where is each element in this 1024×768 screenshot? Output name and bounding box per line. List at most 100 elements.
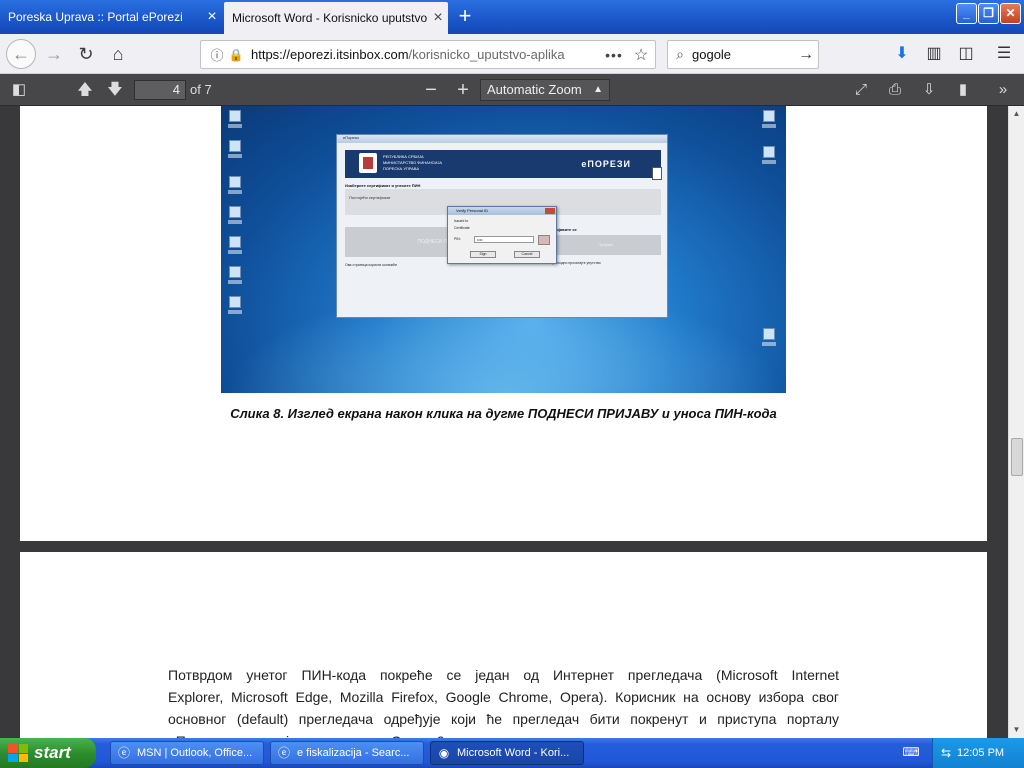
search-icon: ⌕ (676, 46, 684, 62)
reload-button[interactable]: ↻ (72, 40, 100, 68)
nav-bar: ← → ↻ ⌂ ⓘ 🔒 https://eporezi.itsinbox.com… (0, 34, 1024, 74)
lock-icon[interactable]: 🔒 (227, 48, 245, 62)
desktop-icon (761, 146, 777, 166)
pin-dialog: Verify Personal ID Issued to Certificate… (447, 206, 557, 264)
pin-label: PIN: (454, 237, 461, 241)
tab-label: Microsoft Word - Korisnicko uputstvo - (232, 11, 428, 25)
presentation-mode-icon[interactable]: ⤢ (848, 78, 874, 102)
app-instruction: Изаберите сертификат и унесите ПИН (345, 183, 421, 188)
sidebar-icon[interactable]: ◫ (954, 42, 978, 66)
url-bar[interactable]: ⓘ 🔒 https://eporezi.itsinbox.com/korisni… (200, 40, 656, 69)
scroll-down-icon[interactable]: ▼ (1009, 722, 1024, 738)
new-tab-button[interactable]: + (452, 4, 478, 30)
print-icon[interactable]: ⎙ (882, 78, 908, 102)
pin-dialog-line: Certificate (454, 226, 470, 230)
app-box-text: Постојећи сертификат (349, 195, 391, 200)
paragraph-line: Потврдом унетог ПИН-кода покреће се једа… (168, 667, 839, 683)
page-actions-icon[interactable]: ••• (601, 47, 627, 63)
pin-dialog-title: Verify Personal ID (448, 207, 556, 215)
close-icon[interactable]: × (202, 9, 222, 25)
next-page-icon[interactable]: 🡇 (102, 78, 128, 102)
taskbar-item-search[interactable]: ⓔ e fiskalizacija - Searc... (270, 741, 424, 765)
app-login-button: Пријава (550, 235, 661, 255)
search-value[interactable]: gogole (692, 47, 794, 62)
pin-input: •••• (474, 236, 534, 243)
tab-microsoft-word[interactable]: Microsoft Word - Korisnicko uputstvo - × (224, 2, 448, 34)
forward-button[interactable]: → (40, 40, 68, 68)
close-window-button[interactable]: ✕ (1000, 3, 1021, 24)
tab-bar: Poreska Uprava :: Portal ePorezi × Micro… (0, 0, 1024, 34)
taskbar: start ⓔ MSN | Outlook, Office... ⓔ e fis… (0, 738, 1024, 768)
scroll-up-icon[interactable]: ▲ (1009, 106, 1024, 122)
desktop-icon (227, 236, 243, 256)
zoom-out-icon[interactable]: − (418, 78, 444, 102)
serbia-crest-icon (359, 153, 377, 173)
info-icon[interactable]: ⓘ (207, 45, 227, 64)
app-footer2: Претходно прочитајте упутство (550, 261, 601, 265)
app-header-name: РЕПУБЛИКА СРБИЈА МИНИСТАРСТВО ФИНАНСИЈА … (383, 154, 443, 171)
desktop-icon (227, 266, 243, 286)
close-icon[interactable]: × (428, 10, 448, 26)
zoom-select[interactable]: Automatic Zoom ▲ (480, 79, 610, 101)
pin-dialog-line: Issued to (454, 219, 469, 223)
keyboard-icon[interactable]: ⌨ (902, 745, 920, 761)
system-tray: ⇆ 12:05 PM (932, 738, 1024, 768)
figure-caption: Слика 8. Изглед екрана након клика на ду… (230, 406, 777, 421)
zoom-value: Automatic Zoom (487, 82, 582, 97)
clock[interactable]: 12:05 PM (957, 747, 1004, 759)
home-button[interactable]: ⌂ (104, 40, 132, 68)
key-icon (538, 235, 550, 245)
pdf-page: еПорези РЕПУБЛИКА СРБИЈА МИНИСТАРСТВО ФИ… (20, 106, 987, 541)
pdf-page: Потврдом унетог ПИН-кода покреће се једа… (20, 552, 987, 738)
library-icon[interactable]: ▥ (922, 42, 946, 66)
app-brand: еПОРЕЗИ (581, 159, 631, 169)
bookmark-star-icon[interactable]: ☆ (627, 45, 655, 65)
minimize-button[interactable]: _ (956, 3, 977, 24)
pin-cancel-button: Cancel (514, 251, 540, 258)
back-button[interactable]: ← (6, 39, 36, 69)
desktop-icon (227, 296, 243, 316)
hamburger-menu-icon[interactable]: ☰ (992, 42, 1016, 66)
firefox-icon: ◉ (438, 746, 450, 760)
windows-logo-icon (8, 744, 28, 762)
desktop-icon (227, 176, 243, 196)
start-label: start (34, 743, 71, 762)
previous-page-icon[interactable]: 🡅 (72, 78, 98, 102)
download-icon[interactable]: ⬇ (890, 42, 914, 66)
zoom-in-icon[interactable]: + (450, 78, 476, 102)
app-header: РЕПУБЛИКА СРБИЈА МИНИСТАРСТВО ФИНАНСИЈА … (345, 150, 661, 178)
url-text[interactable]: https://eporezi.itsinbox.com/korisnicko_… (245, 47, 601, 62)
network-icon[interactable]: ⇆ (941, 746, 957, 760)
paragraph-line: еПорези, као што је приказано на Слици 9… (168, 730, 839, 738)
tab-label: Poreska Uprava :: Portal ePorezi (8, 10, 183, 24)
tab-poreska-uprava[interactable]: Poreska Uprava :: Portal ePorezi × (0, 0, 222, 34)
close-icon (545, 208, 555, 214)
start-button[interactable]: start (0, 738, 96, 768)
taskbar-item-msn[interactable]: ⓔ MSN | Outlook, Office... (110, 741, 264, 765)
toggle-sidebar-icon[interactable]: ◧ (6, 78, 32, 102)
save-icon[interactable]: ⇩ (916, 78, 942, 102)
page-number-input[interactable]: 4 (134, 80, 186, 100)
ie-icon: ⓔ (117, 746, 130, 760)
pdf-toolbar: ◧ 🡅 🡇 4 of 7 − + Automatic Zoom ▲ ⤢ ⎙ ⇩ … (0, 74, 1024, 106)
search-input[interactable]: ⌕ gogole → (667, 40, 819, 69)
search-go-icon[interactable]: → (794, 46, 818, 64)
paragraph-line: основног (default) прегледача одређује к… (168, 711, 839, 727)
bookmark-icon[interactable]: ▮ (950, 78, 976, 102)
vertical-scrollbar[interactable]: ▲ ▼ (1008, 106, 1024, 738)
taskbar-item-word[interactable]: ◉ Microsoft Word - Kori... (430, 741, 584, 765)
scroll-thumb[interactable] (1011, 438, 1023, 476)
app-window-title: еПорези (337, 135, 667, 143)
pin-sign-button: Sign (470, 251, 496, 258)
screenshot-image: еПорези РЕПУБЛИКА СРБИЈА МИНИСТАРСТВО ФИ… (221, 106, 786, 393)
body-paragraph: Потврдом унетог ПИН-кода покреће се једа… (168, 664, 839, 738)
tools-icon[interactable]: » (990, 78, 1016, 102)
paragraph-line: Explorer, Microsoft Edge, Mozilla Firefo… (168, 689, 839, 705)
desktop-icon (227, 140, 243, 160)
pdf-viewer[interactable]: еПорези РЕПУБЛИКА СРБИЈА МИНИСТАРСТВО ФИ… (0, 106, 1024, 738)
desktop-icon (227, 206, 243, 226)
desktop-icon (761, 110, 777, 130)
maximize-button[interactable]: ❐ (978, 3, 999, 24)
page-count: of 7 (190, 82, 212, 97)
recycle-bin-icon (761, 328, 777, 348)
